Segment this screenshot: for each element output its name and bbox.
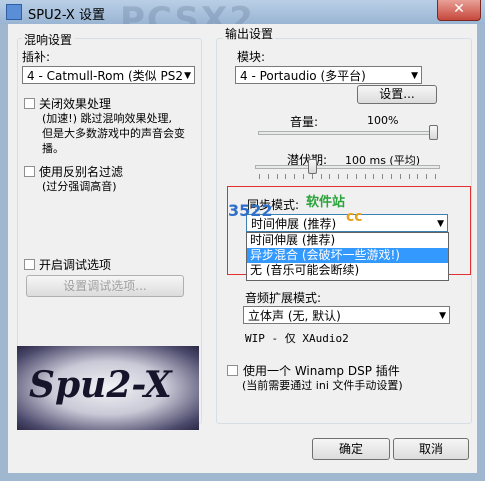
expansion-value: 立体声 (无, 默认) — [248, 309, 341, 323]
sync-option-none[interactable]: 无 (音乐可能会断续) — [247, 263, 448, 278]
disable-effects-desc-1: (加速!) 跳过混响效果处理, — [42, 112, 172, 125]
slider-tick — [294, 174, 296, 179]
chevron-down-icon: ▼ — [439, 311, 446, 321]
interpolation-value: 4 - Catmull-Rom (类似 PS2 — [27, 69, 183, 83]
slider-tick — [259, 174, 260, 179]
chevron-down-icon: ▼ — [437, 219, 444, 229]
slider-tick — [338, 174, 340, 179]
output-group-title: 输出设置 — [223, 25, 276, 42]
module-label: 模块: — [237, 50, 266, 64]
winamp-label[interactable]: 使用一个 Winamp DSP 插件 — [243, 362, 400, 379]
dialog-window: SPU2-X 设置 PCSX2 ✕ 混响设置 插补: 4 - Catmull-R… — [0, 0, 485, 481]
slider-tick — [426, 174, 428, 179]
module-value: 4 - Portaudio (多平台) — [240, 69, 366, 83]
expansion-select[interactable]: 立体声 (无, 默认) ▼ — [243, 306, 450, 324]
spu2x-logo: Spu2-X — [17, 346, 199, 430]
expansion-label: 音频扩展模式: — [245, 291, 322, 305]
sync-mode-dropdown: 时间伸展 (推荐) 异步混合 (会破坏一些游戏!) 无 (音乐可能会断续) — [246, 232, 449, 281]
mixing-group-title: 混响设置 — [22, 31, 75, 48]
slider-tick — [311, 174, 313, 179]
slider-tick — [373, 174, 375, 179]
winamp-desc: (当前需要通过 ini 文件手动设置) — [242, 379, 403, 392]
slider-tick — [285, 174, 287, 179]
volume-slider-thumb[interactable] — [429, 125, 438, 140]
chevron-down-icon: ▼ — [184, 71, 191, 81]
slider-tick — [399, 174, 401, 179]
app-icon — [6, 4, 22, 20]
wip-text: WIP - 仅 XAudio2 — [245, 332, 349, 345]
volume-value: 100% — [367, 114, 399, 127]
disable-effects-checkbox[interactable] — [24, 98, 35, 109]
title-bar[interactable]: SPU2-X 设置 PCSX2 ✕ — [0, 0, 485, 40]
badge-number: 3522 — [228, 201, 273, 220]
slider-tick — [303, 174, 304, 179]
logo-text: Spu2-X — [29, 364, 172, 406]
slider-tick — [267, 174, 269, 179]
slider-tick — [347, 174, 348, 179]
slider-tick — [364, 174, 366, 179]
close-button[interactable]: ✕ — [437, 0, 481, 21]
disable-effects-label[interactable]: 关闭效果处理 — [39, 95, 111, 112]
disable-effects-desc-3: 播。 — [42, 142, 64, 155]
slider-tick — [435, 174, 436, 179]
interpolation-label: 插补: — [22, 50, 51, 64]
sync-option-async[interactable]: 异步混合 (会破坏一些游戏!) — [247, 248, 448, 263]
slider-tick — [391, 174, 392, 179]
badge-text: 软件站 — [306, 195, 346, 210]
slider-tick — [320, 174, 322, 179]
debug-settings-button[interactable]: 设置调试选项... — [26, 275, 184, 297]
latency-slider-thumb[interactable] — [307, 159, 317, 174]
cancel-button[interactable]: 取消 — [393, 438, 469, 460]
module-select[interactable]: 4 - Portaudio (多平台) ▼ — [235, 66, 422, 84]
debug-checkbox[interactable] — [24, 259, 35, 270]
alias-filter-label[interactable]: 使用反别名过滤 — [39, 163, 123, 180]
slider-tick — [408, 174, 410, 179]
winamp-checkbox[interactable] — [227, 365, 238, 376]
volume-label: 音量: — [290, 115, 319, 129]
window-title: SPU2-X 设置 — [28, 8, 105, 23]
disable-effects-desc-2: 但是大多数游戏中的声音会变 — [42, 127, 185, 140]
sync-option-timestretch[interactable]: 时间伸展 (推荐) — [247, 233, 448, 248]
ok-button[interactable]: 确定 — [312, 438, 390, 460]
volume-slider[interactable] — [258, 131, 438, 135]
interpolation-select[interactable]: 4 - Catmull-Rom (类似 PS2 ▼ — [22, 66, 195, 84]
module-settings-button[interactable]: 设置... — [357, 85, 437, 104]
alias-filter-desc: (过分强调高音) — [42, 180, 117, 193]
badge-cc: cc — [346, 209, 363, 225]
slider-tick — [417, 174, 419, 179]
debug-label[interactable]: 开启调试选项 — [39, 256, 111, 273]
dialog-client: 混响设置 插补: 4 - Catmull-Rom (类似 PS2 ▼ 关闭效果处… — [8, 24, 477, 473]
site-watermark-badge: 3522 软件站 cc — [228, 189, 368, 229]
latency-slider[interactable] — [255, 165, 440, 169]
chevron-down-icon: ▼ — [411, 71, 418, 81]
slider-tick — [329, 174, 331, 179]
slider-tick — [355, 174, 357, 179]
slider-tick — [276, 174, 278, 179]
alias-filter-checkbox[interactable] — [24, 166, 35, 177]
slider-tick — [382, 174, 384, 179]
